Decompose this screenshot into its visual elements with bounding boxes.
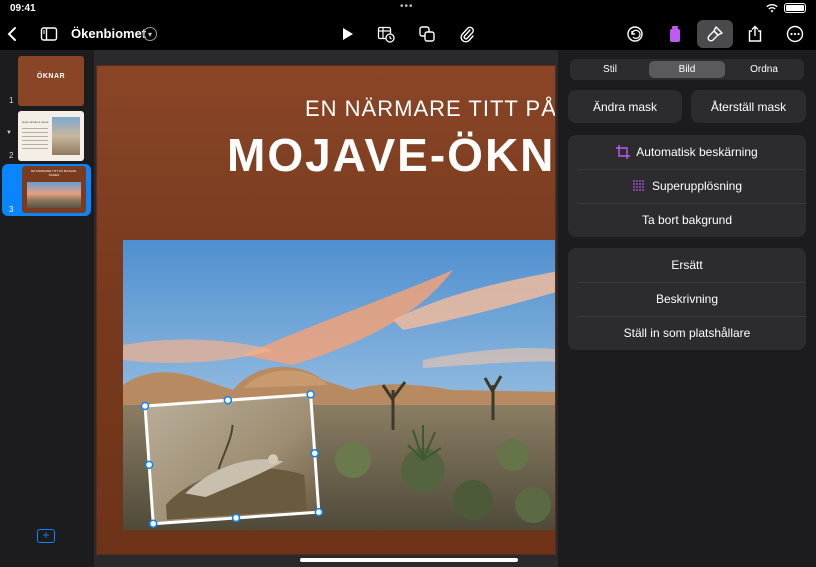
ellipsis-circle-icon bbox=[786, 25, 804, 43]
set-placeholder-button[interactable]: Ställ in som platshållare bbox=[568, 316, 806, 350]
chevron-left-icon bbox=[7, 27, 16, 41]
document-title[interactable]: Ökenbiomet bbox=[71, 26, 146, 41]
slide-subtitle[interactable]: EN NÄRMARE TITT PÅ bbox=[305, 96, 555, 122]
slide-number: 1 bbox=[9, 96, 14, 105]
undo-button[interactable] bbox=[624, 20, 646, 48]
slide-thumbnail-1[interactable]: ÖKNAR bbox=[18, 56, 84, 106]
home-indicator[interactable] bbox=[300, 558, 518, 562]
tab-stil[interactable]: Stil bbox=[572, 61, 648, 78]
insert-media-button[interactable] bbox=[456, 20, 478, 48]
undo-icon bbox=[627, 26, 643, 42]
slide-title[interactable]: MOJAVE-ÖKNEN bbox=[227, 128, 555, 182]
reset-mask-button[interactable]: Återställ mask bbox=[691, 90, 806, 123]
image-actions-group: Ersätt Beskrivning Ställ in som platshål… bbox=[568, 248, 806, 350]
edit-mask-button[interactable]: Ändra mask bbox=[568, 90, 682, 123]
thumbnail-title: ÖKNAR bbox=[36, 73, 66, 80]
image-tools-group: Automatisk beskärning Superupplösning Ta… bbox=[568, 135, 806, 237]
chevron-down-icon: ▾ bbox=[147, 29, 152, 39]
thumbnail-photo bbox=[52, 117, 80, 155]
format-button[interactable] bbox=[697, 20, 733, 48]
more-button[interactable] bbox=[784, 20, 806, 48]
paint-bucket-icon bbox=[670, 26, 680, 42]
insert-table-chart-button[interactable] bbox=[374, 20, 398, 48]
shapes-icon bbox=[419, 26, 435, 42]
battery-icon bbox=[784, 3, 806, 13]
toolbar: Ökenbiomet ▾ bbox=[0, 18, 816, 50]
slide-thumbnail-3[interactable]: EN NÄRMARE TITT PÅ MOJAVE-ÖKNEN bbox=[22, 166, 86, 213]
table-clock-icon bbox=[377, 26, 395, 43]
slide-navigator: ÖKNAR 1 ▼ Hela världens öknar 2 EN NÄRMA… bbox=[0, 50, 94, 567]
set-placeholder-label: Ställ in som platshållare bbox=[623, 326, 751, 340]
super-resolution-label: Superupplösning bbox=[651, 179, 743, 193]
thumbnail-photo bbox=[27, 182, 81, 208]
slide-thumbnail-2[interactable]: Hela världens öknar bbox=[18, 111, 84, 161]
paperclip-icon bbox=[460, 26, 474, 43]
paintbrush-icon bbox=[707, 26, 723, 42]
thumbnail-title: EN NÄRMARE TITT PÅ MOJAVE-ÖKNEN bbox=[31, 169, 77, 177]
play-button[interactable] bbox=[336, 20, 358, 48]
replace-label: Ersätt bbox=[671, 258, 703, 272]
crop-icon bbox=[616, 145, 631, 159]
replace-button[interactable]: Ersätt bbox=[568, 248, 806, 282]
plus-icon: + bbox=[42, 528, 50, 542]
sidebar-toggle-button[interactable] bbox=[38, 20, 60, 48]
description-button[interactable]: Beskrivning bbox=[568, 282, 806, 316]
inspector-tabs: Stil Bild Ordna bbox=[570, 59, 804, 80]
slide-canvas[interactable]: EN NÄRMARE TITT PÅ MOJAVE-ÖKNEN bbox=[94, 50, 558, 567]
status-icons bbox=[766, 3, 806, 13]
mask-selection bbox=[140, 390, 324, 528]
play-icon bbox=[343, 28, 353, 40]
super-resolution-button[interactable]: Superupplösning bbox=[568, 169, 806, 203]
thumbnail-title: Hela världens öknar bbox=[22, 120, 49, 124]
slide-number: 3 bbox=[9, 205, 14, 214]
status-bar: 09:41 ••• bbox=[0, 0, 816, 18]
description-label: Beskrivning bbox=[655, 292, 719, 306]
format-color-button[interactable] bbox=[664, 20, 686, 48]
status-time: 09:41 bbox=[10, 3, 36, 14]
insert-shape-button[interactable] bbox=[416, 20, 438, 48]
auto-crop-label: Automatisk beskärning bbox=[636, 145, 758, 159]
remove-background-button[interactable]: Ta bort bakgrund bbox=[568, 203, 806, 237]
title-menu-button[interactable]: ▾ bbox=[143, 27, 157, 41]
auto-crop-button[interactable]: Automatisk beskärning bbox=[568, 135, 806, 169]
desert-photo[interactable] bbox=[123, 240, 556, 530]
share-button[interactable] bbox=[744, 20, 766, 48]
slide-number: 2 bbox=[9, 151, 14, 160]
multitasking-dots[interactable]: ••• bbox=[400, 1, 414, 12]
thumbnail-text-lines bbox=[22, 128, 48, 150]
current-slide[interactable]: EN NÄRMARE TITT PÅ MOJAVE-ÖKNEN bbox=[96, 65, 556, 555]
back-button[interactable] bbox=[2, 20, 22, 48]
share-icon bbox=[748, 25, 762, 42]
remove-background-label: Ta bort bakgrund bbox=[641, 213, 733, 227]
wifi-icon bbox=[766, 4, 778, 13]
grid-dots-icon bbox=[633, 180, 644, 191]
tab-ordna[interactable]: Ordna bbox=[726, 61, 802, 78]
add-slide-button[interactable]: + bbox=[37, 529, 55, 543]
sidebar-icon bbox=[40, 27, 58, 41]
format-inspector: Stil Bild Ordna Ändra mask Återställ mas… bbox=[558, 50, 816, 567]
tab-bild[interactable]: Bild bbox=[649, 61, 725, 78]
disclosure-triangle-icon[interactable]: ▼ bbox=[6, 130, 12, 136]
